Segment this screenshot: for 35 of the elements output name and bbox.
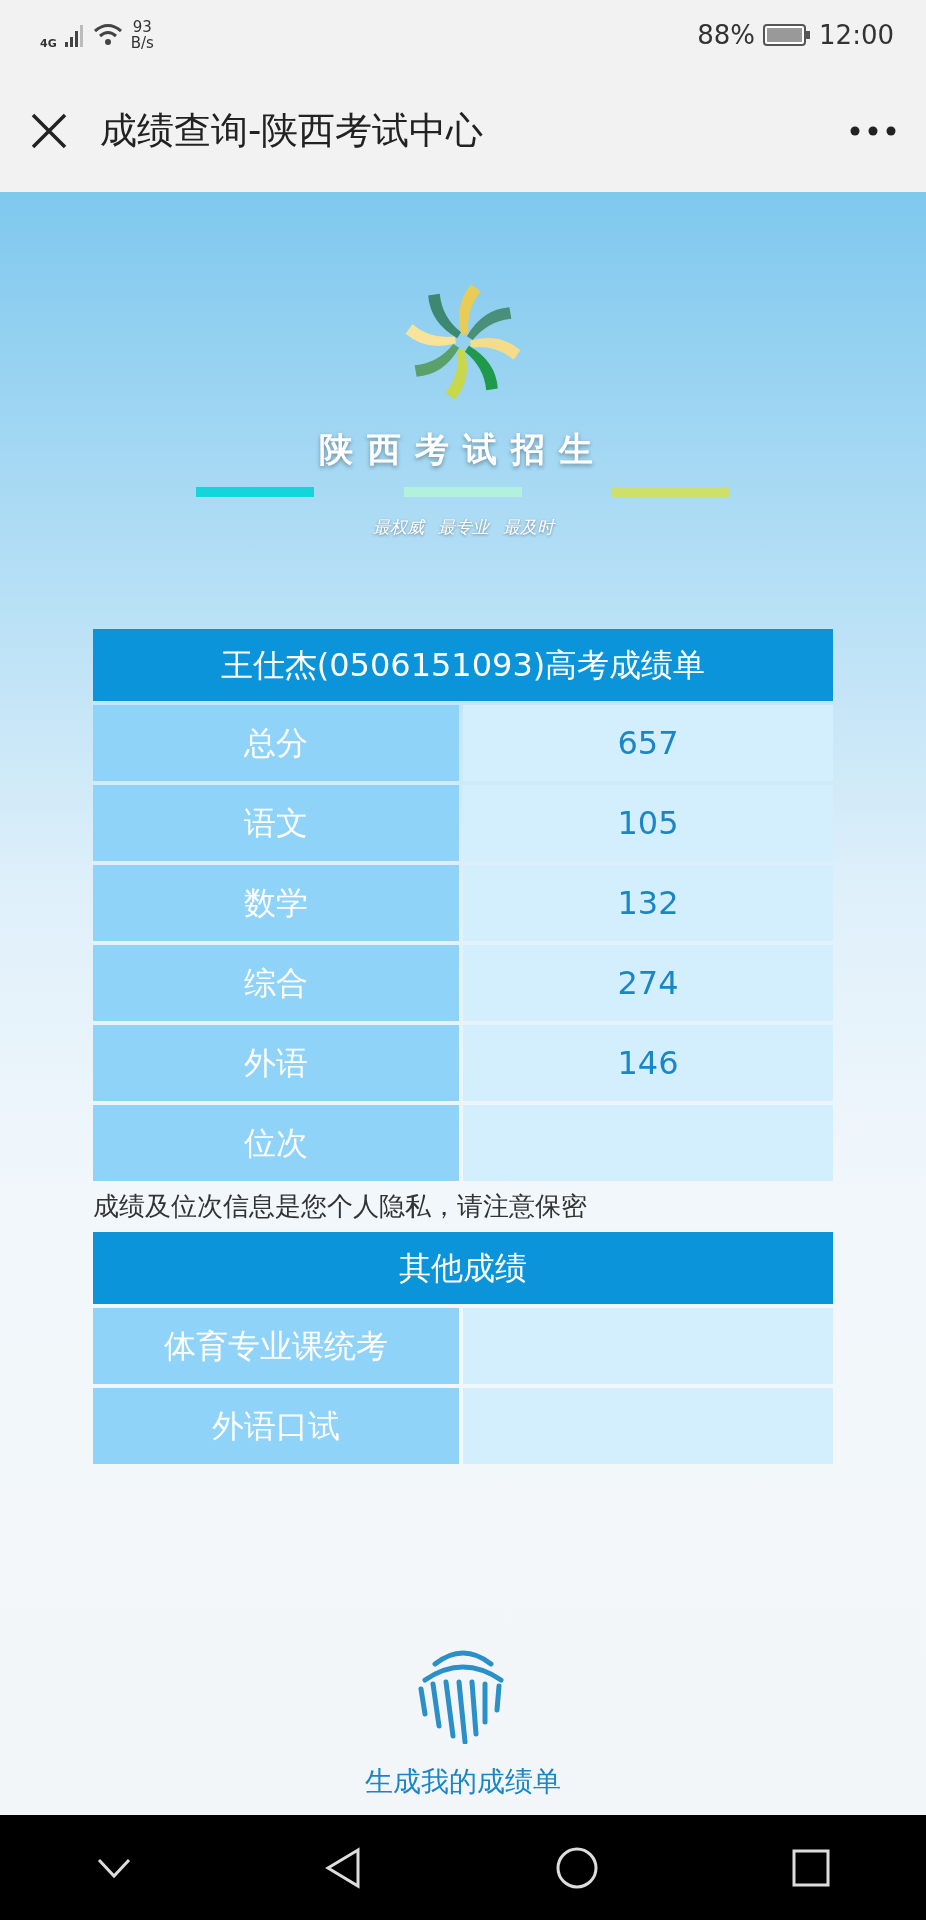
speed-value: 93 — [131, 18, 153, 35]
subject-label: 位次 — [93, 1104, 459, 1181]
slogan: 最权威 — [372, 516, 424, 539]
score-value: 105 — [463, 784, 833, 861]
slogan: 最及时 — [502, 516, 554, 539]
section-title: 其他成绩 — [93, 1231, 833, 1304]
brand-name: 陕西考试招生 — [319, 428, 607, 471]
battery-percent: 88% — [697, 18, 756, 52]
signal-icon — [64, 22, 85, 48]
table-title: 王仕杰(0506151093)高考成绩单 — [93, 628, 833, 701]
speed-unit: B/s — [130, 35, 154, 52]
wifi-icon — [92, 22, 123, 48]
subject-label: 综合 — [93, 944, 459, 1021]
recent-apps-icon[interactable] — [791, 1848, 830, 1887]
page-title: 成绩查询-陕西考试中心 — [100, 108, 484, 155]
score-value: 274 — [463, 944, 833, 1021]
score-value: 657 — [463, 704, 833, 781]
subject-label: 语文 — [93, 784, 459, 861]
pinwheel-logo-icon — [405, 284, 521, 400]
close-icon[interactable] — [30, 112, 68, 150]
home-icon[interactable] — [554, 1845, 599, 1890]
network-label: 4G — [40, 35, 57, 52]
subject-label: 总分 — [93, 704, 459, 781]
slogan: 最专业 — [437, 516, 489, 539]
privacy-note: 成绩及位次信息是您个人隐私，请注意保密 — [93, 1189, 588, 1223]
generate-report-button[interactable]: 生成我的成绩单 — [359, 1759, 567, 1804]
subject-label: 数学 — [93, 864, 459, 941]
subject-label: 外语 — [93, 1024, 459, 1101]
more-icon[interactable] — [850, 126, 896, 136]
score-value: 146 — [463, 1024, 833, 1101]
subject-label: 体育专业课统考 — [93, 1307, 459, 1384]
subject-label: 外语口试 — [93, 1387, 459, 1464]
battery-icon — [763, 23, 812, 47]
clock-time: 12:00 — [819, 18, 894, 52]
score-value: 132 — [463, 864, 833, 941]
